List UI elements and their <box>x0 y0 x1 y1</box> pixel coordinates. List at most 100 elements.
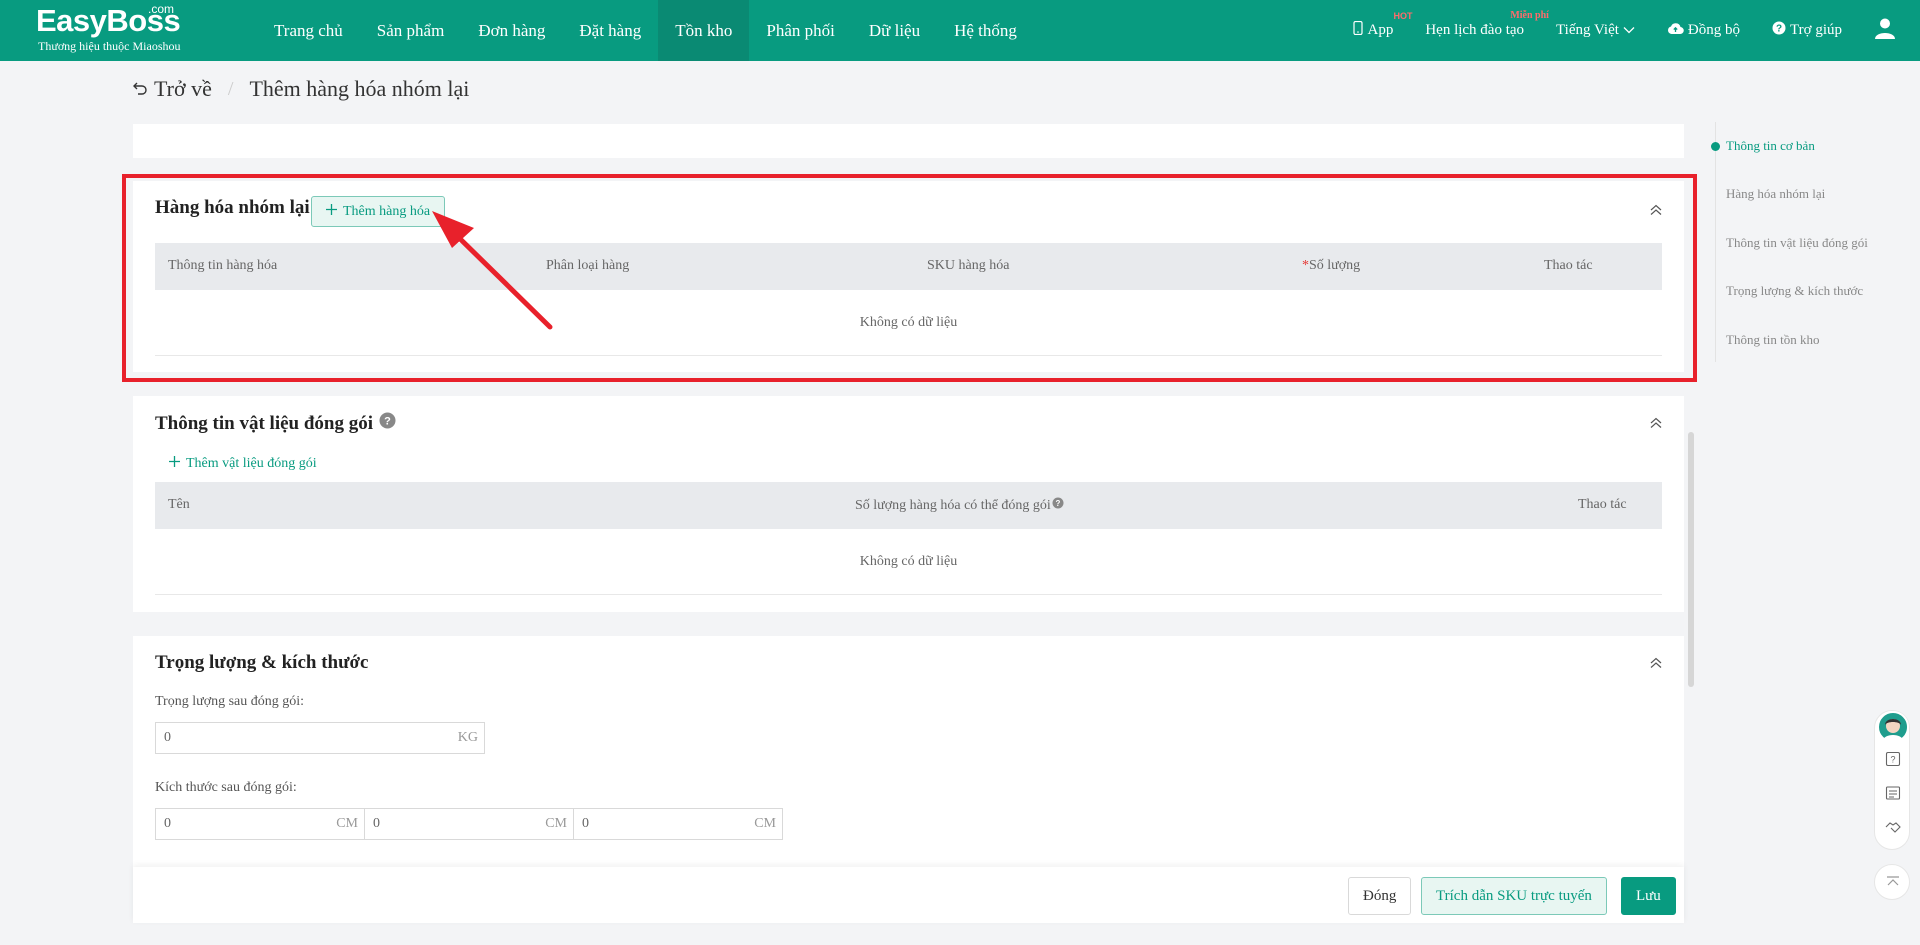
packaging-title-row: Thông tin vật liệu đóng gói ? <box>155 412 396 435</box>
sync-button[interactable]: Đồng bộ <box>1667 22 1740 40</box>
col-quantity-label: Số lượng <box>1309 258 1361 273</box>
user-avatar-button[interactable] <box>1874 17 1896 44</box>
svg-text:?: ? <box>384 416 391 428</box>
app-link[interactable]: App HOT <box>1353 11 1412 40</box>
help-icon: ? <box>1772 21 1786 40</box>
add-goods-label: Thêm hàng hóa <box>343 203 431 219</box>
nav-data[interactable]: Dữ liệu <box>852 0 937 61</box>
nav-distribution[interactable]: Phân phối <box>749 0 851 61</box>
anchor-line <box>1715 122 1716 362</box>
anchor-active-dot <box>1711 142 1720 151</box>
chevron-down-icon <box>1623 22 1635 39</box>
col-sku: SKU hàng hóa <box>927 258 1010 273</box>
width-input[interactable]: 0 CM <box>364 808 574 840</box>
add-packaging-link[interactable]: Thêm vật liệu đóng gói <box>169 456 317 472</box>
weight-size-panel: Trọng lượng & kích thước Trọng lượng sau… <box>133 636 1684 867</box>
nav-system[interactable]: Hệ thống <box>937 0 1034 61</box>
logo-com: .com <box>148 2 175 16</box>
back-arrow-icon <box>132 76 148 102</box>
back-button[interactable]: Trở về <box>132 76 212 102</box>
add-packaging-label: Thêm vật liệu đóng gói <box>186 456 317 471</box>
grouped-goods-empty: Không có dữ liệu <box>155 290 1662 356</box>
anchor-weight-size[interactable]: Trọng lượng & kích thước <box>1726 283 1863 299</box>
nav-orders[interactable]: Đơn hàng <box>461 0 562 61</box>
packaging-table-header: Tên Số lượng hàng hóa có thể đóng gói ? … <box>155 482 1662 529</box>
weight-size-title: Trọng lượng & kích thước <box>155 652 369 673</box>
logo[interactable]: EasyBoss .com Thương hiệu thuộc Miaoshou <box>36 2 181 54</box>
packaging-empty: Không có dữ liệu <box>155 529 1662 595</box>
logo-subtitle: Thương hiệu thuộc Miaoshou <box>38 39 181 53</box>
grouped-goods-table-header: Thông tin hàng hóa Phân loại hàng SKU hà… <box>155 243 1662 290</box>
document-icon[interactable] <box>1885 785 1901 806</box>
hot-badge: HOT <box>1393 11 1413 21</box>
col-goods-info: Thông tin hàng hóa <box>168 258 278 273</box>
close-button[interactable]: Đóng <box>1348 877 1412 915</box>
grouped-goods-title: Hàng hóa nhóm lại <box>155 197 310 218</box>
breadcrumb-separator: / <box>227 77 234 100</box>
col-actions: Thao tác <box>1544 258 1593 273</box>
user-icon <box>1874 17 1896 44</box>
page-title: Thêm hàng hóa nhóm lại <box>249 76 470 101</box>
height-input[interactable]: 0 CM <box>573 808 783 840</box>
svg-text:?: ? <box>1055 499 1060 508</box>
height-unit: CM <box>754 816 776 831</box>
weight-value: 0 <box>164 730 171 745</box>
weight-input[interactable]: 0 KG <box>155 722 485 754</box>
top-right-actions: App HOT Hẹn lịch đào tạo Miễn phí Tiếng … <box>1353 0 1920 61</box>
svg-text:?: ? <box>1776 24 1782 35</box>
app-label: App <box>1367 22 1394 38</box>
svg-text:?: ? <box>1890 755 1895 765</box>
weight-label: Trọng lượng sau đóng gói: <box>155 694 305 709</box>
plus-icon <box>326 203 337 220</box>
question-icon[interactable]: ? <box>1052 497 1064 514</box>
handshake-icon[interactable] <box>1885 819 1901 840</box>
anchor-grouped-goods[interactable]: Hàng hóa nhóm lại <box>1726 186 1825 202</box>
width-unit: CM <box>545 816 567 831</box>
length-value: 0 <box>164 816 171 831</box>
length-unit: CM <box>336 816 358 831</box>
nav-inventory[interactable]: Tồn kho <box>658 0 750 61</box>
cite-sku-button[interactable]: Trích dẫn SKU trực tuyến <box>1421 877 1607 915</box>
footer-action-bar: Đóng Trích dẫn SKU trực tuyến Lưu <box>133 867 1684 923</box>
main-nav: Trang chủ Sản phẩm Đơn hàng Đặt hàng Tồn… <box>257 0 1034 61</box>
collapse-up-icon[interactable] <box>1650 203 1662 221</box>
help-button[interactable]: ? Trợ giúp <box>1772 21 1842 40</box>
col-category: Phân loại hàng <box>546 258 630 273</box>
length-input[interactable]: 0 CM <box>155 808 365 840</box>
collapse-up-icon[interactable] <box>1650 416 1662 434</box>
packaging-title: Thông tin vật liệu đóng gói <box>155 412 374 434</box>
help-label: Trợ giúp <box>1790 22 1842 38</box>
nav-home[interactable]: Trang chủ <box>257 0 360 61</box>
top-navbar: EasyBoss .com Thương hiệu thuộc Miaoshou… <box>0 0 1920 61</box>
back-to-top-button[interactable] <box>1874 864 1910 900</box>
collapse-up-icon[interactable] <box>1650 656 1662 674</box>
col-quantity: *Số lượng <box>1302 258 1360 274</box>
nav-purchase[interactable]: Đặt hàng <box>562 0 658 61</box>
packaging-panel: Thông tin vật liệu đóng gói ? Thêm vật l… <box>133 396 1684 612</box>
anchor-packaging[interactable]: Thông tin vật liệu đóng gói <box>1726 235 1868 251</box>
width-value: 0 <box>373 816 380 831</box>
training-link[interactable]: Hẹn lịch đào tạo Miễn phí <box>1425 10 1549 39</box>
anchor-basic-info[interactable]: Thông tin cơ bản <box>1726 138 1815 154</box>
question-icon[interactable]: ? <box>379 412 396 435</box>
arrow-up-icon <box>1886 876 1900 895</box>
faq-icon[interactable]: ? <box>1885 751 1901 772</box>
grouped-goods-panel: Hàng hóa nhóm lại Thêm hàng hóa Thông ti… <box>133 181 1684 372</box>
size-label: Kích thước sau đóng gói: <box>155 780 297 795</box>
anchor-inventory[interactable]: Thông tin tồn kho <box>1726 332 1820 348</box>
training-label: Hẹn lịch đào tạo <box>1425 22 1525 38</box>
nav-products[interactable]: Sản phẩm <box>360 0 462 61</box>
save-button[interactable]: Lưu <box>1621 877 1676 915</box>
language-label: Tiếng Việt <box>1556 22 1619 38</box>
free-badge: Miễn phí <box>1510 10 1549 21</box>
support-avatar[interactable] <box>1877 711 1909 743</box>
col-actions: Thao tác <box>1578 497 1627 512</box>
content-scrollbar[interactable] <box>1688 432 1694 687</box>
basic-info-panel <box>133 124 1684 158</box>
language-select[interactable]: Tiếng Việt <box>1556 22 1635 39</box>
height-value: 0 <box>582 816 589 831</box>
add-goods-button[interactable]: Thêm hàng hóa <box>311 196 446 227</box>
weight-unit: KG <box>457 730 478 745</box>
required-mark: * <box>1302 258 1309 273</box>
sync-label: Đồng bộ <box>1687 22 1741 38</box>
